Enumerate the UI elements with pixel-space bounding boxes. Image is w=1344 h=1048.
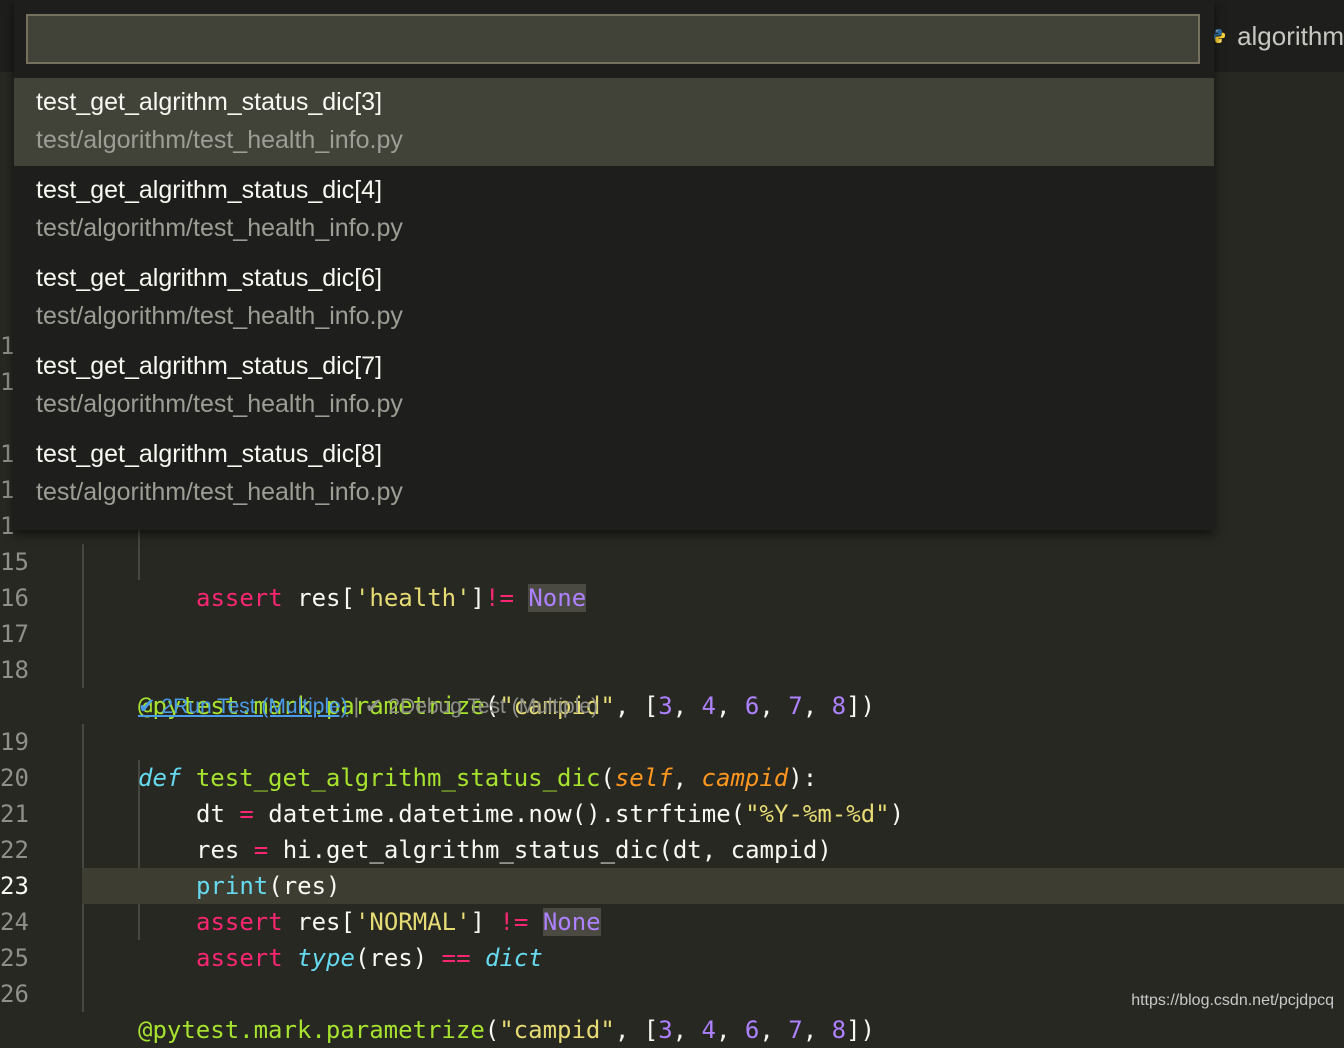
codelens: ✔ 2Run Test (Multiple) | ✔ 2Debug Test (… [138, 694, 598, 719]
quick-pick-item[interactable]: test_get_algrithm_status_dic[3] test/alg… [14, 78, 1214, 166]
run-test-codelens[interactable]: ✔ 2Run Test (Multiple) [138, 695, 348, 718]
code-line-19: def test_get_algrithm_status_dic(self, c… [138, 764, 818, 792]
quick-pick-input[interactable] [26, 14, 1200, 64]
editor-tab[interactable]: algorithm [1206, 0, 1344, 72]
code-line-21: res = hi.get_algrithm_status_dic(dt, cam… [196, 836, 832, 864]
quick-pick-item-description: test/algorithm/test_health_info.py [36, 302, 403, 330]
quick-pick: test_get_algrithm_status_dic[3] test/alg… [14, 0, 1214, 530]
line-number: 1 [0, 440, 14, 468]
codelens-separator: | [347, 695, 365, 718]
code-line-23: assert res['NORMAL'] != None [196, 908, 601, 936]
quick-pick-item-label: test_get_algrithm_status_dic[6] [36, 264, 383, 292]
quick-pick-item-description: test/algorithm/test_health_info.py [36, 478, 403, 506]
line-number: 1 [0, 512, 14, 540]
tab-label: algorithm [1237, 20, 1344, 51]
quick-pick-item-label: test_get_algrithm_status_dic[7] [36, 352, 383, 380]
line-number: 1 [0, 476, 14, 504]
code-line-18: @pytest.mark.parametrize("campid", [3, 4… [138, 692, 875, 720]
quick-pick-item-description: test/algorithm/test_health_info.py [36, 214, 403, 242]
quick-pick-item-label: test_get_algrithm_status_dic[3] [36, 88, 383, 116]
line-number: 17 [0, 620, 29, 648]
line-number: 1 [0, 368, 14, 396]
quick-pick-item-label: test_get_algrithm_status_dic[8] [36, 440, 383, 468]
debug-test-codelens[interactable]: ✔ 2Debug Test (Multiple) [365, 695, 598, 718]
code-line-20: dt = datetime.datetime.now().strftime("%… [196, 800, 905, 828]
quick-pick-item-description: test/algorithm/test_health_info.py [36, 390, 403, 418]
quick-pick-item[interactable]: test_get_algrithm_status_dic[7] test/alg… [14, 342, 1214, 430]
quick-pick-item-label: test_get_algrithm_status_dic[4] [36, 176, 383, 204]
quick-pick-item[interactable]: test_get_algrithm_status_dic[4] test/alg… [14, 166, 1214, 254]
code-line-22: print(res) [196, 872, 341, 900]
quick-pick-item[interactable]: test_get_algrithm_status_dic[8] test/alg… [14, 430, 1214, 518]
code-line-24: assert type(res) == dict [196, 944, 543, 972]
line-number: 1 [0, 332, 14, 360]
quick-pick-item[interactable]: test_get_algrithm_status_dic[6] test/alg… [14, 254, 1214, 342]
quick-pick-item-description: test/algorithm/test_health_info.py [36, 126, 403, 154]
code-line-15: assert res['health']!= None [196, 584, 587, 612]
watermark: https://blog.csdn.net/pcjdpcq [1131, 992, 1334, 1009]
